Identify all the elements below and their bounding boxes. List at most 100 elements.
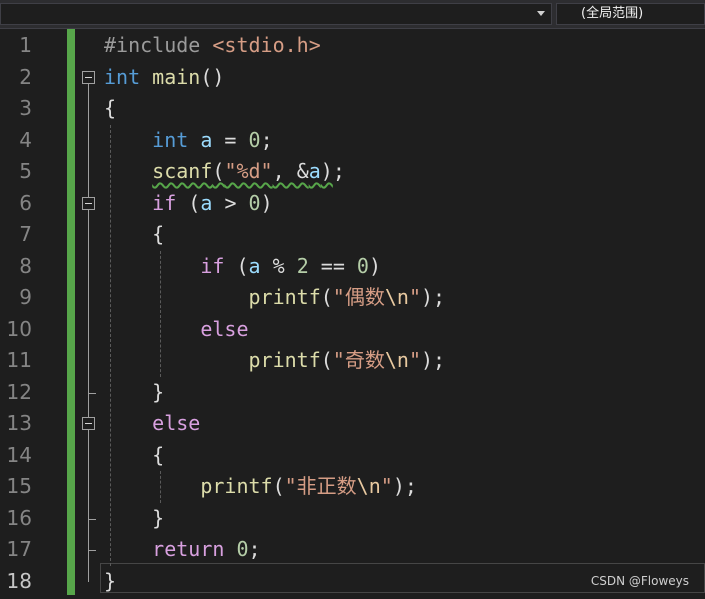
collapse-icon[interactable] (82, 196, 95, 210)
code-token: ( (212, 159, 225, 183)
code-token: "偶数 (332, 285, 385, 309)
code-line[interactable]: 6 if (a > 0) (0, 188, 705, 220)
fold-line (88, 430, 89, 550)
code-line[interactable]: 16 } (0, 503, 705, 535)
watermark: CSDN @Floweys (590, 574, 689, 588)
code-line[interactable]: 13 else (0, 408, 705, 440)
code-line[interactable]: 2 int main() (0, 62, 705, 94)
code-token: == (308, 253, 357, 278)
code-text[interactable]: else (104, 408, 200, 440)
code-token: ( (272, 474, 285, 498)
code-text[interactable]: { (104, 93, 116, 125)
code-token: 0 (248, 190, 261, 215)
code-text[interactable]: scanf("%d", &a); (104, 156, 345, 188)
chevron-down-icon[interactable] (537, 11, 545, 16)
collapse-icon[interactable] (82, 70, 95, 84)
code-token: " (408, 285, 421, 309)
code-token: ); (420, 285, 446, 309)
line-number: 15 (6, 474, 32, 498)
collapse-icon[interactable] (82, 417, 95, 430)
code-text[interactable]: { (104, 440, 164, 472)
code-token: a (200, 190, 213, 215)
code-token: ) (320, 159, 333, 183)
indent-guide (160, 250, 161, 377)
code-token: ; (248, 537, 261, 561)
code-text[interactable]: } (104, 566, 116, 598)
indent-guide (160, 471, 161, 503)
line-number: 8 (19, 253, 32, 278)
code-token: } (104, 379, 165, 404)
code-token: } (104, 505, 165, 530)
code-token: { (104, 222, 165, 246)
code-token: ; (260, 127, 273, 152)
scope-dropdown[interactable]: (全局范围) (556, 3, 705, 25)
line-number: 1 (19, 33, 32, 57)
code-text[interactable]: int main() (104, 62, 224, 94)
code-line[interactable]: 7 { (0, 219, 705, 251)
code-line[interactable]: 3{ (0, 93, 705, 125)
code-line[interactable]: 14 { (0, 440, 705, 472)
code-text[interactable]: } (104, 377, 164, 409)
code-line[interactable]: 5 scanf("%d", &a); (0, 156, 705, 188)
line-number: 4 (19, 127, 32, 152)
code-token: a (308, 159, 321, 183)
member-dropdown[interactable] (0, 3, 552, 25)
line-number: 12 (6, 379, 32, 404)
code-line[interactable]: 17 return 0; (0, 534, 705, 566)
line-number: 11 (6, 348, 32, 372)
code-token: printf (248, 348, 321, 372)
code-line[interactable]: 10 else (0, 314, 705, 346)
fold-line (88, 83, 89, 197)
code-line[interactable]: 11 printf("奇数\n"); (0, 345, 705, 377)
code-line[interactable]: 12 } (0, 377, 705, 409)
code-line[interactable]: 8 if (a % 2 == 0) (0, 251, 705, 283)
code-token: a (200, 127, 213, 152)
code-text[interactable]: printf("奇数\n"); (104, 345, 446, 377)
code-token: " (408, 348, 421, 372)
line-number: 17 (6, 537, 32, 561)
line-number: 10 (6, 316, 32, 341)
code-token: ); (420, 348, 446, 372)
code-text[interactable]: int a = 0; (104, 125, 273, 157)
indent-guide (110, 124, 111, 566)
code-text[interactable]: #include <stdio.h> (104, 30, 321, 62)
line-number: 9 (19, 285, 32, 309)
code-token: 0 (236, 537, 249, 561)
code-text[interactable]: if (a % 2 == 0) (104, 251, 381, 283)
code-text[interactable]: printf("非正数\n"); (104, 471, 417, 503)
line-number: 7 (19, 222, 32, 246)
code-token: a (248, 253, 261, 278)
code-text[interactable]: } (104, 503, 164, 535)
code-token: ); (392, 474, 417, 498)
code-token: { (104, 96, 117, 120)
code-token: \n (384, 348, 409, 372)
code-editor[interactable]: 1 #include <stdio.h> 2 int main() 3{4 int a … (0, 29, 705, 599)
line-number: 5 (19, 159, 32, 183)
line-number: 6 (19, 190, 32, 215)
code-line[interactable]: 9 printf("偶数\n"); (0, 282, 705, 314)
code-text[interactable]: return 0; (104, 534, 261, 566)
code-text[interactable]: if (a > 0) (104, 188, 272, 220)
code-token: ( (224, 253, 249, 278)
line-number: 18 (6, 568, 32, 593)
code-token: #include (104, 33, 213, 57)
code-line[interactable]: 4 int a = 0; (0, 125, 705, 157)
code-text[interactable]: { (104, 219, 164, 251)
code-token: = (212, 127, 249, 152)
code-token: return (152, 537, 225, 561)
line-number: 3 (19, 96, 32, 120)
code-line[interactable]: 15 printf("非正数\n"); (0, 471, 705, 503)
code-text[interactable]: printf("偶数\n"); (104, 282, 446, 314)
code-line[interactable]: 1 #include <stdio.h> (0, 30, 705, 62)
code-text[interactable]: else (104, 314, 248, 346)
code-token: () (200, 64, 225, 89)
